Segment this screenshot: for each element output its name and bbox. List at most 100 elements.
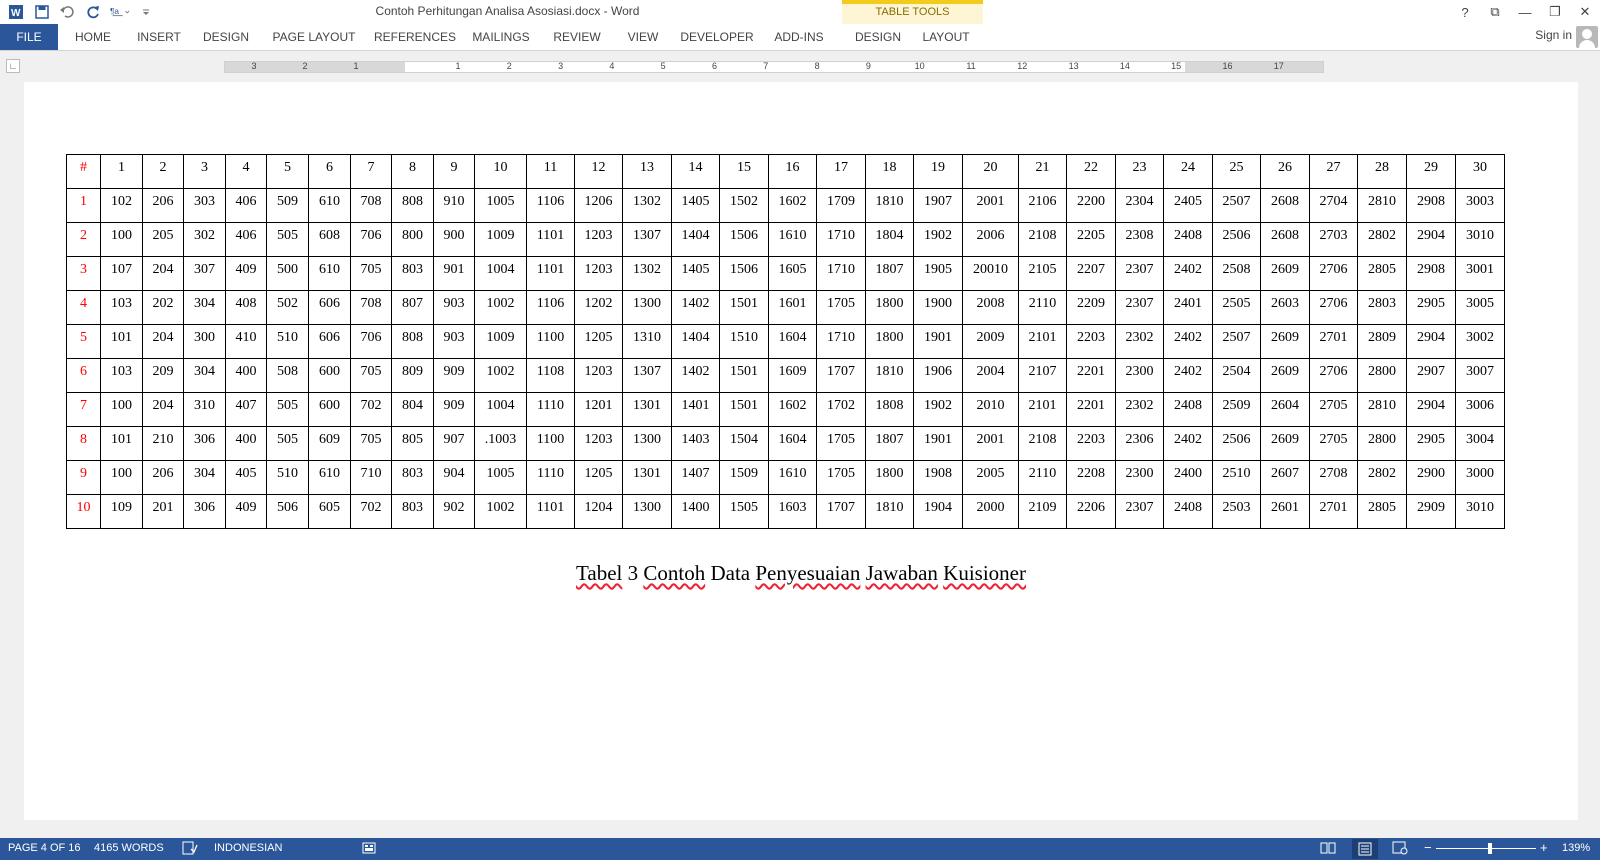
table-row-number[interactable]: 7 — [66, 392, 101, 427]
tab-table-layout[interactable]: LAYOUT — [914, 24, 978, 50]
table-cell[interactable]: 2900 — [1406, 460, 1456, 495]
table-header-cell[interactable]: 23 — [1115, 154, 1164, 189]
table-cell[interactable]: 3000 — [1455, 460, 1505, 495]
table-header-cell[interactable]: 6 — [308, 154, 351, 189]
table-cell[interactable]: 1601 — [768, 290, 817, 325]
table-cell[interactable]: 1301 — [622, 460, 672, 495]
table-cell[interactable]: 610 — [308, 256, 351, 291]
table-cell[interactable]: 2408 — [1163, 222, 1213, 257]
table-header-cell[interactable]: 8 — [391, 154, 434, 189]
table-cell[interactable]: 2705 — [1309, 426, 1358, 461]
table-cell[interactable]: 2006 — [962, 222, 1019, 257]
table-cell[interactable]: 1110 — [526, 460, 575, 495]
table-cell[interactable]: 2703 — [1309, 222, 1358, 257]
table-cell[interactable]: 705 — [350, 358, 392, 393]
table-cell[interactable]: 606 — [308, 290, 351, 325]
table-cell[interactable]: 1705 — [816, 460, 866, 495]
table-cell[interactable]: 1405 — [671, 256, 720, 291]
table-cell[interactable]: 1510 — [719, 324, 769, 359]
table-cell[interactable]: 1201 — [574, 392, 623, 427]
table-cell[interactable]: 1506 — [719, 222, 769, 257]
table-header-cell[interactable]: 1 — [100, 154, 143, 189]
table-cell[interactable]: 1203 — [574, 358, 623, 393]
table-cell[interactable]: 2810 — [1357, 188, 1407, 223]
table-cell[interactable]: 910 — [433, 188, 475, 223]
table-cell[interactable]: 410 — [225, 324, 267, 359]
table-cell[interactable]: 809 — [391, 358, 434, 393]
table-cell[interactable]: 505 — [266, 392, 309, 427]
table-cell[interactable]: 1403 — [671, 426, 720, 461]
table-header-cell[interactable]: 5 — [266, 154, 309, 189]
table-cell[interactable]: 409 — [225, 256, 267, 291]
table-cell[interactable]: 2909 — [1406, 494, 1456, 529]
table-cell[interactable]: 2308 — [1115, 222, 1164, 257]
table-cell[interactable]: 1610 — [768, 460, 817, 495]
table-cell[interactable]: 510 — [266, 324, 309, 359]
help-button[interactable]: ? — [1450, 0, 1480, 24]
table-cell[interactable]: 1402 — [671, 358, 720, 393]
table-cell[interactable]: 1901 — [913, 324, 963, 359]
table-cell[interactable]: 1002 — [474, 358, 527, 393]
table-cell[interactable]: 304 — [183, 358, 226, 393]
table-cell[interactable]: 1908 — [913, 460, 963, 495]
table-cell[interactable]: 2203 — [1066, 324, 1116, 359]
table-cell[interactable]: 1307 — [622, 222, 672, 257]
table-cell[interactable]: 1904 — [913, 494, 963, 529]
table-cell[interactable]: 2908 — [1406, 256, 1456, 291]
table-cell[interactable]: 1106 — [526, 290, 575, 325]
sign-in-link[interactable]: Sign in — [1535, 28, 1572, 42]
table-cell[interactable]: 2000 — [962, 494, 1019, 529]
table-header-cell[interactable]: 18 — [865, 154, 914, 189]
table-cell[interactable]: 2307 — [1115, 256, 1164, 291]
tab-table-design[interactable]: DESIGN — [846, 24, 910, 50]
table-cell[interactable]: 1505 — [719, 494, 769, 529]
table-cell[interactable]: 909 — [433, 358, 475, 393]
table-cell[interactable]: 1800 — [865, 290, 914, 325]
table-cell[interactable]: 20010 — [962, 256, 1019, 291]
table-cell[interactable]: 600 — [308, 358, 351, 393]
tab-page-layout[interactable]: PAGE LAYOUT — [268, 24, 360, 50]
table-cell[interactable]: 1902 — [913, 392, 963, 427]
table-cell[interactable]: 1710 — [816, 324, 866, 359]
table-cell[interactable]: 408 — [225, 290, 267, 325]
table-cell[interactable]: 2203 — [1066, 426, 1116, 461]
table-cell[interactable]: 1710 — [816, 256, 866, 291]
document-page[interactable]: #1 2 3 4 5 6 7 8 9 10 11 12 13 14 15 16 17 18 19 20 21 22 23 24… — [24, 82, 1578, 820]
table-cell[interactable]: 803 — [391, 256, 434, 291]
table-cell[interactable]: 500 — [266, 256, 309, 291]
table-cell[interactable]: 805 — [391, 426, 434, 461]
table-cell[interactable]: 502 — [266, 290, 309, 325]
table-cell[interactable]: 705 — [350, 426, 392, 461]
table-cell[interactable]: 2010 — [962, 392, 1019, 427]
table-cell[interactable]: 300 — [183, 324, 226, 359]
table-cell[interactable]: 103 — [100, 290, 143, 325]
table-cell[interactable]: 1605 — [768, 256, 817, 291]
table-cell[interactable]: 2106 — [1018, 188, 1067, 223]
table-cell[interactable]: 2508 — [1212, 256, 1261, 291]
table-header-cell[interactable]: 24 — [1163, 154, 1213, 189]
table-cell[interactable]: 2302 — [1115, 324, 1164, 359]
table-cell[interactable]: 2904 — [1406, 324, 1456, 359]
table-cell[interactable]: 1807 — [865, 426, 914, 461]
table-cell[interactable]: 1101 — [526, 494, 575, 529]
table-cell[interactable]: 2402 — [1163, 256, 1213, 291]
table-header-cell[interactable]: 4 — [225, 154, 267, 189]
proofing-icon[interactable] — [182, 841, 198, 858]
table-cell[interactable]: 1501 — [719, 392, 769, 427]
ribbon-display-options-button[interactable]: ⧉ — [1480, 0, 1510, 24]
table-cell[interactable]: 1906 — [913, 358, 963, 393]
table-cell[interactable]: 2802 — [1357, 222, 1407, 257]
table-cell[interactable]: 509 — [266, 188, 309, 223]
table-cell[interactable]: 2201 — [1066, 392, 1116, 427]
table-cell[interactable]: 306 — [183, 426, 226, 461]
table-cell[interactable]: 1100 — [526, 426, 575, 461]
table-cell[interactable]: 702 — [350, 494, 392, 529]
table-cell[interactable]: 2009 — [962, 324, 1019, 359]
table-cell[interactable]: 2907 — [1406, 358, 1456, 393]
table-cell[interactable]: 1509 — [719, 460, 769, 495]
table-cell[interactable]: 2307 — [1115, 494, 1164, 529]
table-header-cell[interactable]: 16 — [768, 154, 817, 189]
table-cell[interactable]: 2904 — [1406, 222, 1456, 257]
table-cell[interactable]: 1807 — [865, 256, 914, 291]
table-cell[interactable]: 2108 — [1018, 426, 1067, 461]
